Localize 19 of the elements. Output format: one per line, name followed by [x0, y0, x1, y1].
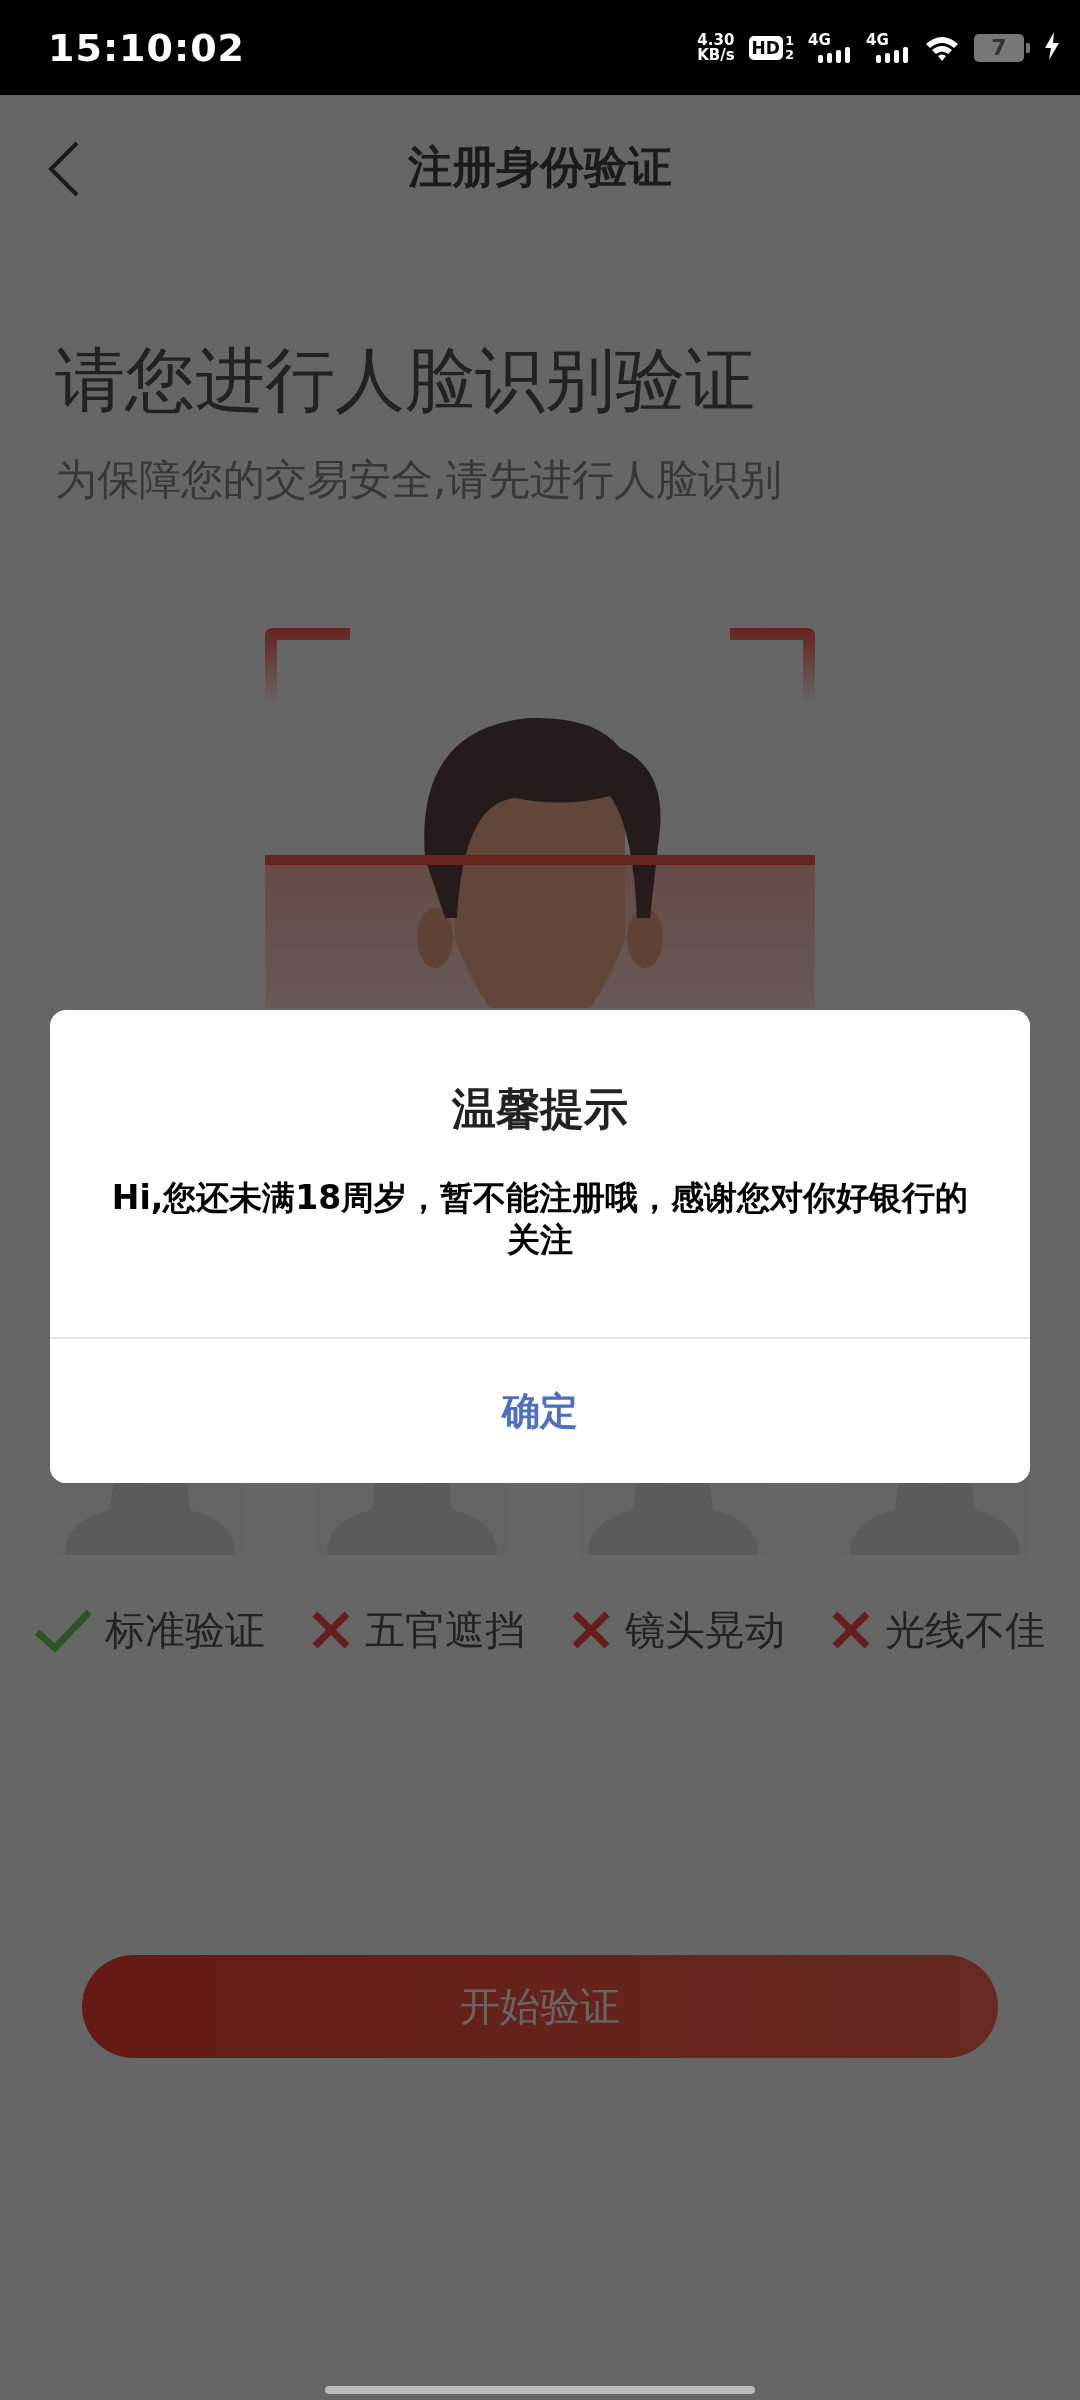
network-type: 4G [808, 32, 832, 47]
example-label: 镜头晃动 [625, 1606, 785, 1655]
example-label: 五官遮挡 [365, 1606, 525, 1655]
battery-indicator: 7 [974, 33, 1024, 62]
example-label: 光线不佳 [885, 1606, 1045, 1655]
hd-badge: HD [748, 35, 783, 60]
network-speed-unit: KB/s [697, 47, 735, 63]
page-heading: 请您进行人脸识别验证 [55, 340, 756, 420]
dialog-title: 温馨提示 [451, 1082, 629, 1136]
signal-icon [818, 46, 852, 63]
signal-icon [876, 46, 910, 63]
network-type: 4G [866, 32, 890, 47]
example-label: 标准验证 [105, 1606, 265, 1655]
sim-slot-number: 2 [784, 47, 794, 62]
sim-slot-number: 1 [784, 33, 794, 48]
network-speed: 4.30 [697, 32, 735, 48]
dialog-message: Hi,您还未满18周岁，暂不能注册哦，感谢您对你好银行的关注 [110, 1177, 970, 1261]
page-title: 注册身份验证 [408, 140, 672, 194]
clock-time: 15:10:02 [48, 25, 247, 70]
